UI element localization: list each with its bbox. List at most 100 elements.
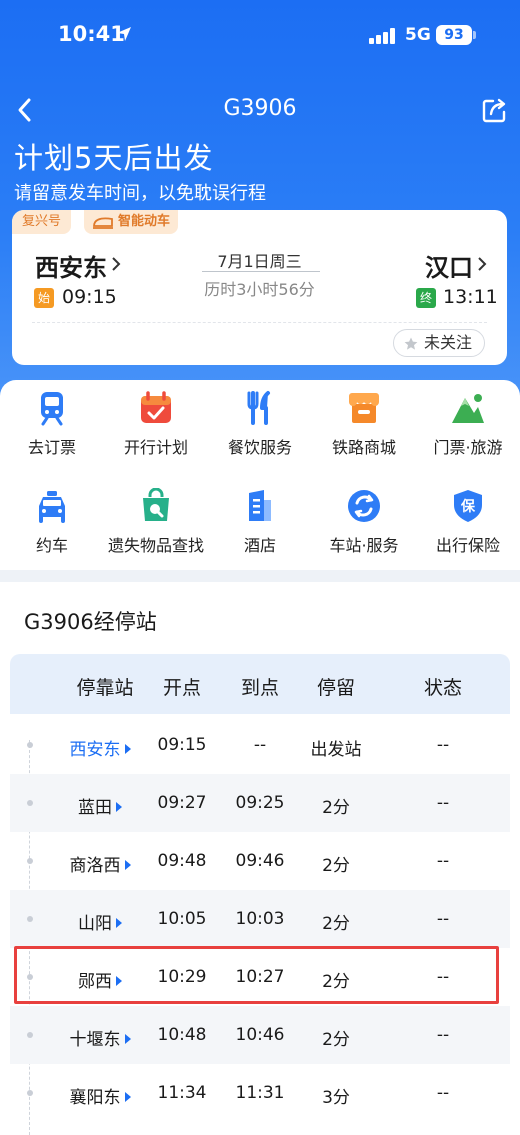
table-row[interactable]: 十堰东 10:48 10:46 2分 --: [10, 1006, 510, 1064]
insurance-shield-icon: 保: [454, 490, 482, 522]
service-taxi[interactable]: 约车: [0, 488, 104, 556]
departure-countdown: 计划5天后出发: [14, 141, 214, 175]
stop-station[interactable]: 十堰东: [50, 1025, 150, 1050]
stops-title: G3906经停站: [24, 610, 157, 634]
smart-train-label: 智能动车: [118, 214, 171, 229]
station-service-icon: [348, 490, 380, 522]
stop-dot: [27, 742, 33, 748]
service-ticket[interactable]: 去订票: [0, 390, 104, 458]
triangle-right-icon: [124, 744, 131, 754]
stop-depart: 09:27: [157, 793, 207, 813]
share-icon[interactable]: [481, 96, 509, 124]
header-depart: 开点: [162, 677, 201, 699]
stop-station-label: 十堰东: [69, 1030, 121, 1050]
stop-arrive: 11:31: [235, 1083, 285, 1103]
service-grid: 去订票 开行计划 餐饮服务 铁路商城 门票·旅游 约车 遗失物品查找 酒店 车站…: [0, 380, 520, 570]
stop-status: --: [436, 909, 450, 929]
chevron-right-icon[interactable]: [477, 256, 487, 272]
stop-station-label: 西安东: [69, 740, 121, 760]
svg-text:保: 保: [460, 498, 476, 515]
follow-label: 未关注: [423, 333, 472, 352]
header-station: 停靠站: [76, 677, 134, 699]
hotel-icon: [249, 490, 271, 521]
follow-button[interactable]: 未关注: [392, 329, 485, 357]
service-label: 车站·服务: [329, 536, 399, 555]
service-label: 去订票: [27, 438, 76, 457]
service-label: 出行保险: [435, 536, 500, 555]
stop-arrive: 09:25: [235, 793, 285, 813]
stop-depart: 09:15: [157, 735, 207, 755]
service-insurance[interactable]: 保 出行保险: [416, 488, 520, 556]
location-arrow-icon: [117, 27, 131, 41]
service-mall[interactable]: 铁路商城: [312, 390, 416, 458]
table-row[interactable]: 襄阳东 11:34 11:31 3分 --: [10, 1064, 510, 1122]
header-arrive: 到点: [240, 677, 279, 699]
stop-status: --: [436, 793, 450, 813]
service-lost-found[interactable]: 遗失物品查找: [104, 488, 208, 556]
table-row[interactable]: 西安东 09:15 -- 出发站 --: [10, 716, 510, 774]
star-icon: [404, 337, 418, 350]
end-badge: 终: [416, 288, 436, 308]
table-row[interactable]: 山阳 10:05 10:03 2分 --: [10, 890, 510, 948]
network-type: 5G: [405, 25, 431, 45]
mountain-icon: [452, 394, 484, 423]
service-dining[interactable]: 餐饮服务: [208, 390, 312, 458]
stop-depart: 10:48: [157, 1025, 207, 1045]
stop-status: --: [436, 851, 450, 871]
stop-dot: [27, 1090, 33, 1096]
train-ticket-icon: [41, 392, 63, 426]
stop-arrive: 10:46: [235, 1025, 285, 1045]
stop-station[interactable]: 商洛西: [50, 851, 150, 876]
highlight-box: [14, 946, 499, 1004]
departure-reminder: 请留意发车时间，以免耽误行程: [14, 183, 266, 204]
stops-table-header: 停靠站 开点 到点 停留 状态: [10, 654, 510, 714]
service-travel[interactable]: 门票·旅游: [416, 390, 520, 458]
stop-depart: 11:34: [157, 1083, 207, 1103]
stop-stay: 2分: [322, 856, 350, 876]
header-status: 状态: [423, 677, 462, 699]
arrival-time: 13:11: [443, 286, 498, 308]
service-station[interactable]: 车站·服务: [312, 488, 416, 556]
table-row[interactable]: 商洛西 09:48 09:46 2分 --: [10, 832, 510, 890]
stop-dot: [27, 1032, 33, 1038]
stop-stay: 2分: [322, 914, 350, 934]
triangle-right-icon: [124, 860, 131, 870]
stop-station[interactable]: 山阳: [50, 909, 150, 934]
stop-station[interactable]: 襄阳东: [50, 1083, 150, 1108]
page-title: G3906: [223, 96, 297, 121]
battery-icon: 93: [436, 25, 472, 45]
status-time: 10:41: [58, 22, 125, 46]
stop-dot: [27, 800, 33, 806]
service-label: 遗失物品查找: [107, 536, 204, 555]
arrival-station[interactable]: 汉口: [425, 248, 473, 283]
table-row[interactable]: 蓝田 09:27 09:25 2分 --: [10, 774, 510, 832]
stop-arrive: --: [253, 735, 267, 755]
stop-station-label: 山阳: [78, 914, 112, 934]
stop-arrive: 10:03: [235, 909, 285, 929]
lost-bag-icon: [143, 488, 169, 521]
shop-icon: [349, 393, 379, 423]
train-info-card: 复兴号 智能动车 西安东 始 09:15 7月1日周三 历时3小时56分 汉口 …: [12, 210, 507, 365]
stop-station[interactable]: 西安东: [50, 735, 150, 760]
duration-line: [202, 271, 320, 272]
stop-dot: [27, 916, 33, 922]
service-label: 餐饮服务: [227, 438, 292, 457]
stop-station[interactable]: 蓝田: [50, 793, 150, 818]
service-label: 开行计划: [123, 438, 188, 457]
stop-stay: 3分: [322, 1088, 350, 1108]
stop-station-label: 蓝田: [78, 798, 112, 818]
stop-stay: 2分: [322, 798, 350, 818]
smart-train-tag: 智能动车: [84, 210, 179, 234]
service-label: 约车: [35, 536, 68, 555]
triangle-right-icon: [116, 802, 122, 812]
triangle-right-icon: [124, 1092, 131, 1102]
service-label: 门票·旅游: [433, 438, 503, 457]
service-schedule[interactable]: 开行计划: [104, 390, 208, 458]
battery-tip: [473, 31, 476, 39]
stop-depart: 09:48: [157, 851, 207, 871]
fuxing-tag: 复兴号: [12, 210, 72, 234]
calendar-icon: [141, 391, 171, 423]
service-hotel[interactable]: 酒店: [208, 488, 312, 556]
stop-stay: 2分: [322, 1030, 350, 1050]
stop-depart: 10:05: [157, 909, 207, 929]
